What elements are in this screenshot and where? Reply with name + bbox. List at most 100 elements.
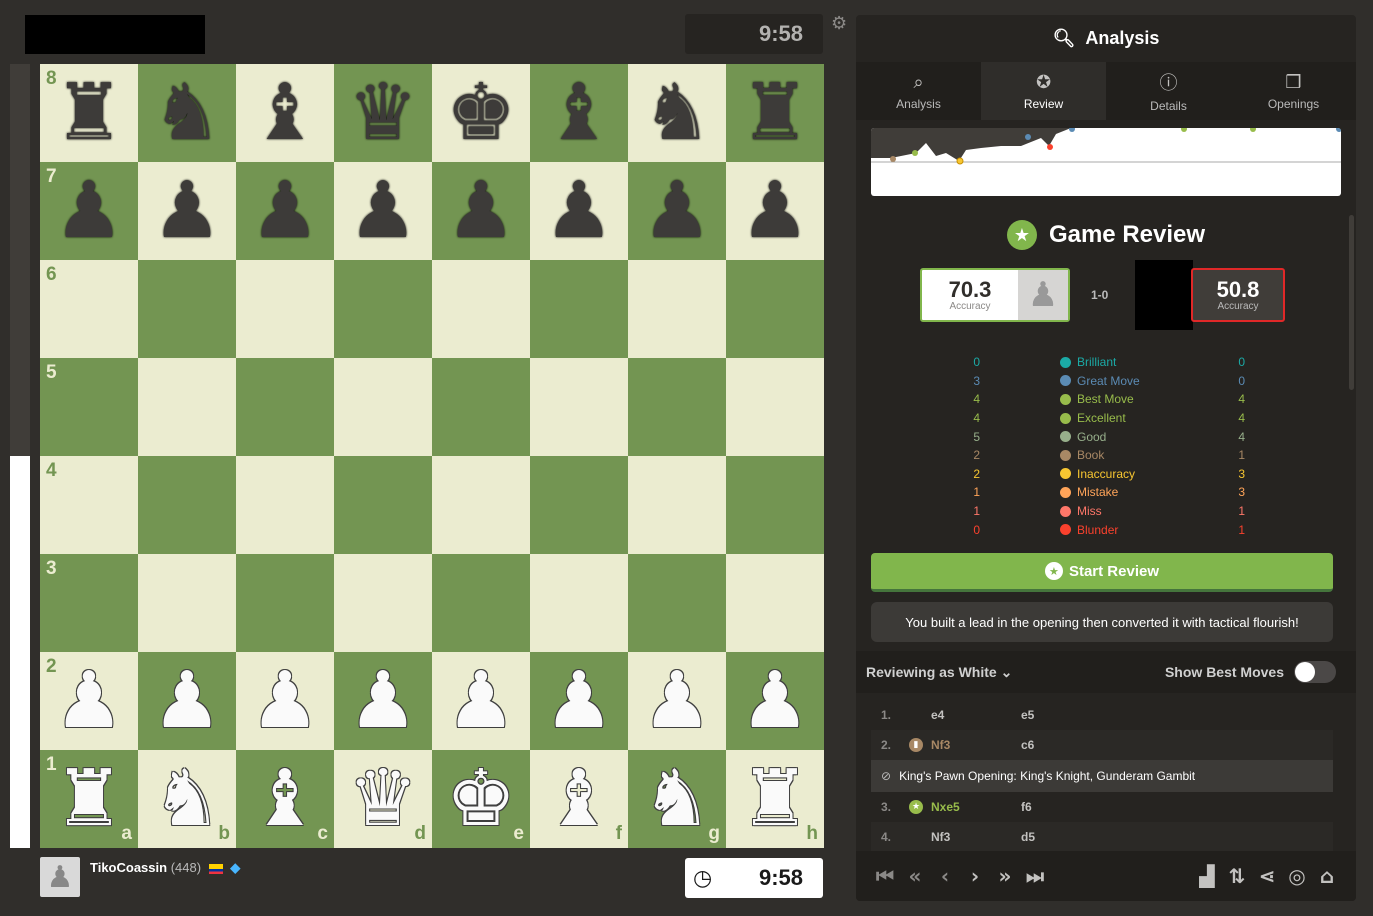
square-c5[interactable] [236, 358, 334, 456]
square-d2[interactable]: ♟ [334, 652, 432, 750]
show-best-moves-toggle[interactable] [1294, 661, 1336, 683]
white-piece[interactable]: ♟ [740, 662, 810, 740]
black-piece[interactable]: ♟ [348, 172, 418, 250]
square-h4[interactable] [726, 456, 824, 554]
square-e8[interactable]: ♚ [432, 64, 530, 162]
black-piece[interactable]: ♝ [250, 74, 320, 152]
white-move[interactable]: ★ Nxe5 [909, 800, 1021, 814]
square-d4[interactable] [334, 456, 432, 554]
square-e7[interactable]: ♟ [432, 162, 530, 260]
white-piece[interactable]: ♟ [642, 662, 712, 740]
forward-fast-icon[interactable]: » [990, 864, 1020, 888]
black-move[interactable]: e5 [1021, 708, 1034, 722]
black-piece[interactable]: ♜ [54, 74, 124, 152]
white-piece[interactable]: ♜ [740, 760, 810, 838]
chart-icon[interactable]: ▟ [1192, 864, 1222, 888]
square-e2[interactable]: ♟ [432, 652, 530, 750]
black-piece[interactable]: ♛ [348, 74, 418, 152]
gear-icon[interactable]: ⚙ [831, 14, 849, 32]
tab-analysis[interactable]: ⌕ Analysis [856, 62, 981, 120]
square-f8[interactable]: ♝ [530, 64, 628, 162]
white-piece[interactable]: ♜ [54, 760, 124, 838]
square-a6[interactable]: 6 [40, 260, 138, 358]
black-piece[interactable]: ♚ [446, 74, 516, 152]
square-g7[interactable]: ♟ [628, 162, 726, 260]
square-g1[interactable]: g ♞ [628, 750, 726, 848]
square-d6[interactable] [334, 260, 432, 358]
white-piece[interactable]: ♟ [250, 662, 320, 740]
square-c1[interactable]: c ♝ [236, 750, 334, 848]
square-f3[interactable] [530, 554, 628, 652]
white-piece[interactable]: ♞ [152, 760, 222, 838]
black-piece[interactable]: ♟ [740, 172, 810, 250]
chess-board[interactable]: 8 ♜ ♞ ♝ ♛ ♚ ♝ ♞ ♜ 7 ♟ ♟ ♟ ♟ ♟ ♟ ♟ ♟ 6 5 4 3 2 ♟ ♟ ♟ ♟ ♟ ♟ ♟ ♟ 1 a ♜ b ♞ c ♝ d ♛… [40, 64, 824, 848]
square-e4[interactable] [432, 456, 530, 554]
square-a5[interactable]: 5 [40, 358, 138, 456]
square-c2[interactable]: ♟ [236, 652, 334, 750]
white-piece[interactable]: ♟ [152, 662, 222, 740]
next-move-icon[interactable]: › [960, 864, 990, 888]
square-b2[interactable]: ♟ [138, 652, 236, 750]
panel-scrollbar[interactable] [1349, 215, 1354, 390]
square-g6[interactable] [628, 260, 726, 358]
square-c8[interactable]: ♝ [236, 64, 334, 162]
white-piece[interactable]: ♞ [642, 760, 712, 838]
target-icon[interactable]: ◎ [1282, 864, 1312, 888]
square-e5[interactable] [432, 358, 530, 456]
square-b1[interactable]: b ♞ [138, 750, 236, 848]
square-f5[interactable] [530, 358, 628, 456]
first-move-icon[interactable]: ⏮ [870, 864, 900, 888]
black-piece[interactable]: ♟ [152, 172, 222, 250]
black-piece[interactable]: ♝ [544, 74, 614, 152]
white-move[interactable]: e4 [931, 708, 1021, 722]
square-c7[interactable]: ♟ [236, 162, 334, 260]
square-h1[interactable]: h ♜ [726, 750, 824, 848]
start-review-button[interactable]: ★ Start Review [871, 553, 1333, 592]
square-d8[interactable]: ♛ [334, 64, 432, 162]
square-g3[interactable] [628, 554, 726, 652]
square-a2[interactable]: 2 ♟ [40, 652, 138, 750]
white-piece[interactable]: ♚ [446, 760, 516, 838]
black-move[interactable]: c6 [1021, 738, 1034, 752]
white-piece[interactable]: ♟ [544, 662, 614, 740]
square-g2[interactable]: ♟ [628, 652, 726, 750]
museum-icon[interactable]: ⌂ [1312, 864, 1342, 888]
tab-openings[interactable]: ❒ Openings [1231, 62, 1356, 120]
square-f7[interactable]: ♟ [530, 162, 628, 260]
white-move[interactable]: ▮ Nf3 [909, 738, 1021, 752]
square-g5[interactable] [628, 358, 726, 456]
square-f6[interactable] [530, 260, 628, 358]
white-piece[interactable]: ♝ [544, 760, 614, 838]
square-h2[interactable]: ♟ [726, 652, 824, 750]
square-h5[interactable] [726, 358, 824, 456]
square-e6[interactable] [432, 260, 530, 358]
square-h6[interactable] [726, 260, 824, 358]
square-b7[interactable]: ♟ [138, 162, 236, 260]
square-d7[interactable]: ♟ [334, 162, 432, 260]
square-e1[interactable]: e ♚ [432, 750, 530, 848]
square-h7[interactable]: ♟ [726, 162, 824, 260]
black-piece[interactable]: ♜ [740, 74, 810, 152]
square-g8[interactable]: ♞ [628, 64, 726, 162]
square-b6[interactable] [138, 260, 236, 358]
black-move[interactable]: d5 [1021, 830, 1035, 844]
square-c4[interactable] [236, 456, 334, 554]
black-piece[interactable]: ♟ [54, 172, 124, 250]
player-name[interactable]: TikoCoassin [90, 860, 167, 875]
square-h3[interactable] [726, 554, 824, 652]
tab-review[interactable]: ✪ Review [981, 62, 1106, 120]
square-f4[interactable] [530, 456, 628, 554]
black-piece[interactable]: ♟ [250, 172, 320, 250]
share-icon[interactable]: ⋖ [1252, 864, 1282, 888]
tab-details[interactable]: ⓘ Details [1106, 62, 1231, 120]
white-piece[interactable]: ♛ [348, 760, 418, 838]
white-piece[interactable]: ♝ [250, 760, 320, 838]
square-d3[interactable] [334, 554, 432, 652]
black-piece[interactable]: ♞ [152, 74, 222, 152]
black-piece[interactable]: ♟ [446, 172, 516, 250]
black-piece[interactable]: ♟ [544, 172, 614, 250]
last-move-icon[interactable]: ⏭ [1020, 864, 1050, 888]
square-g4[interactable] [628, 456, 726, 554]
white-move[interactable]: Nf3 [931, 830, 1021, 844]
square-e3[interactable] [432, 554, 530, 652]
